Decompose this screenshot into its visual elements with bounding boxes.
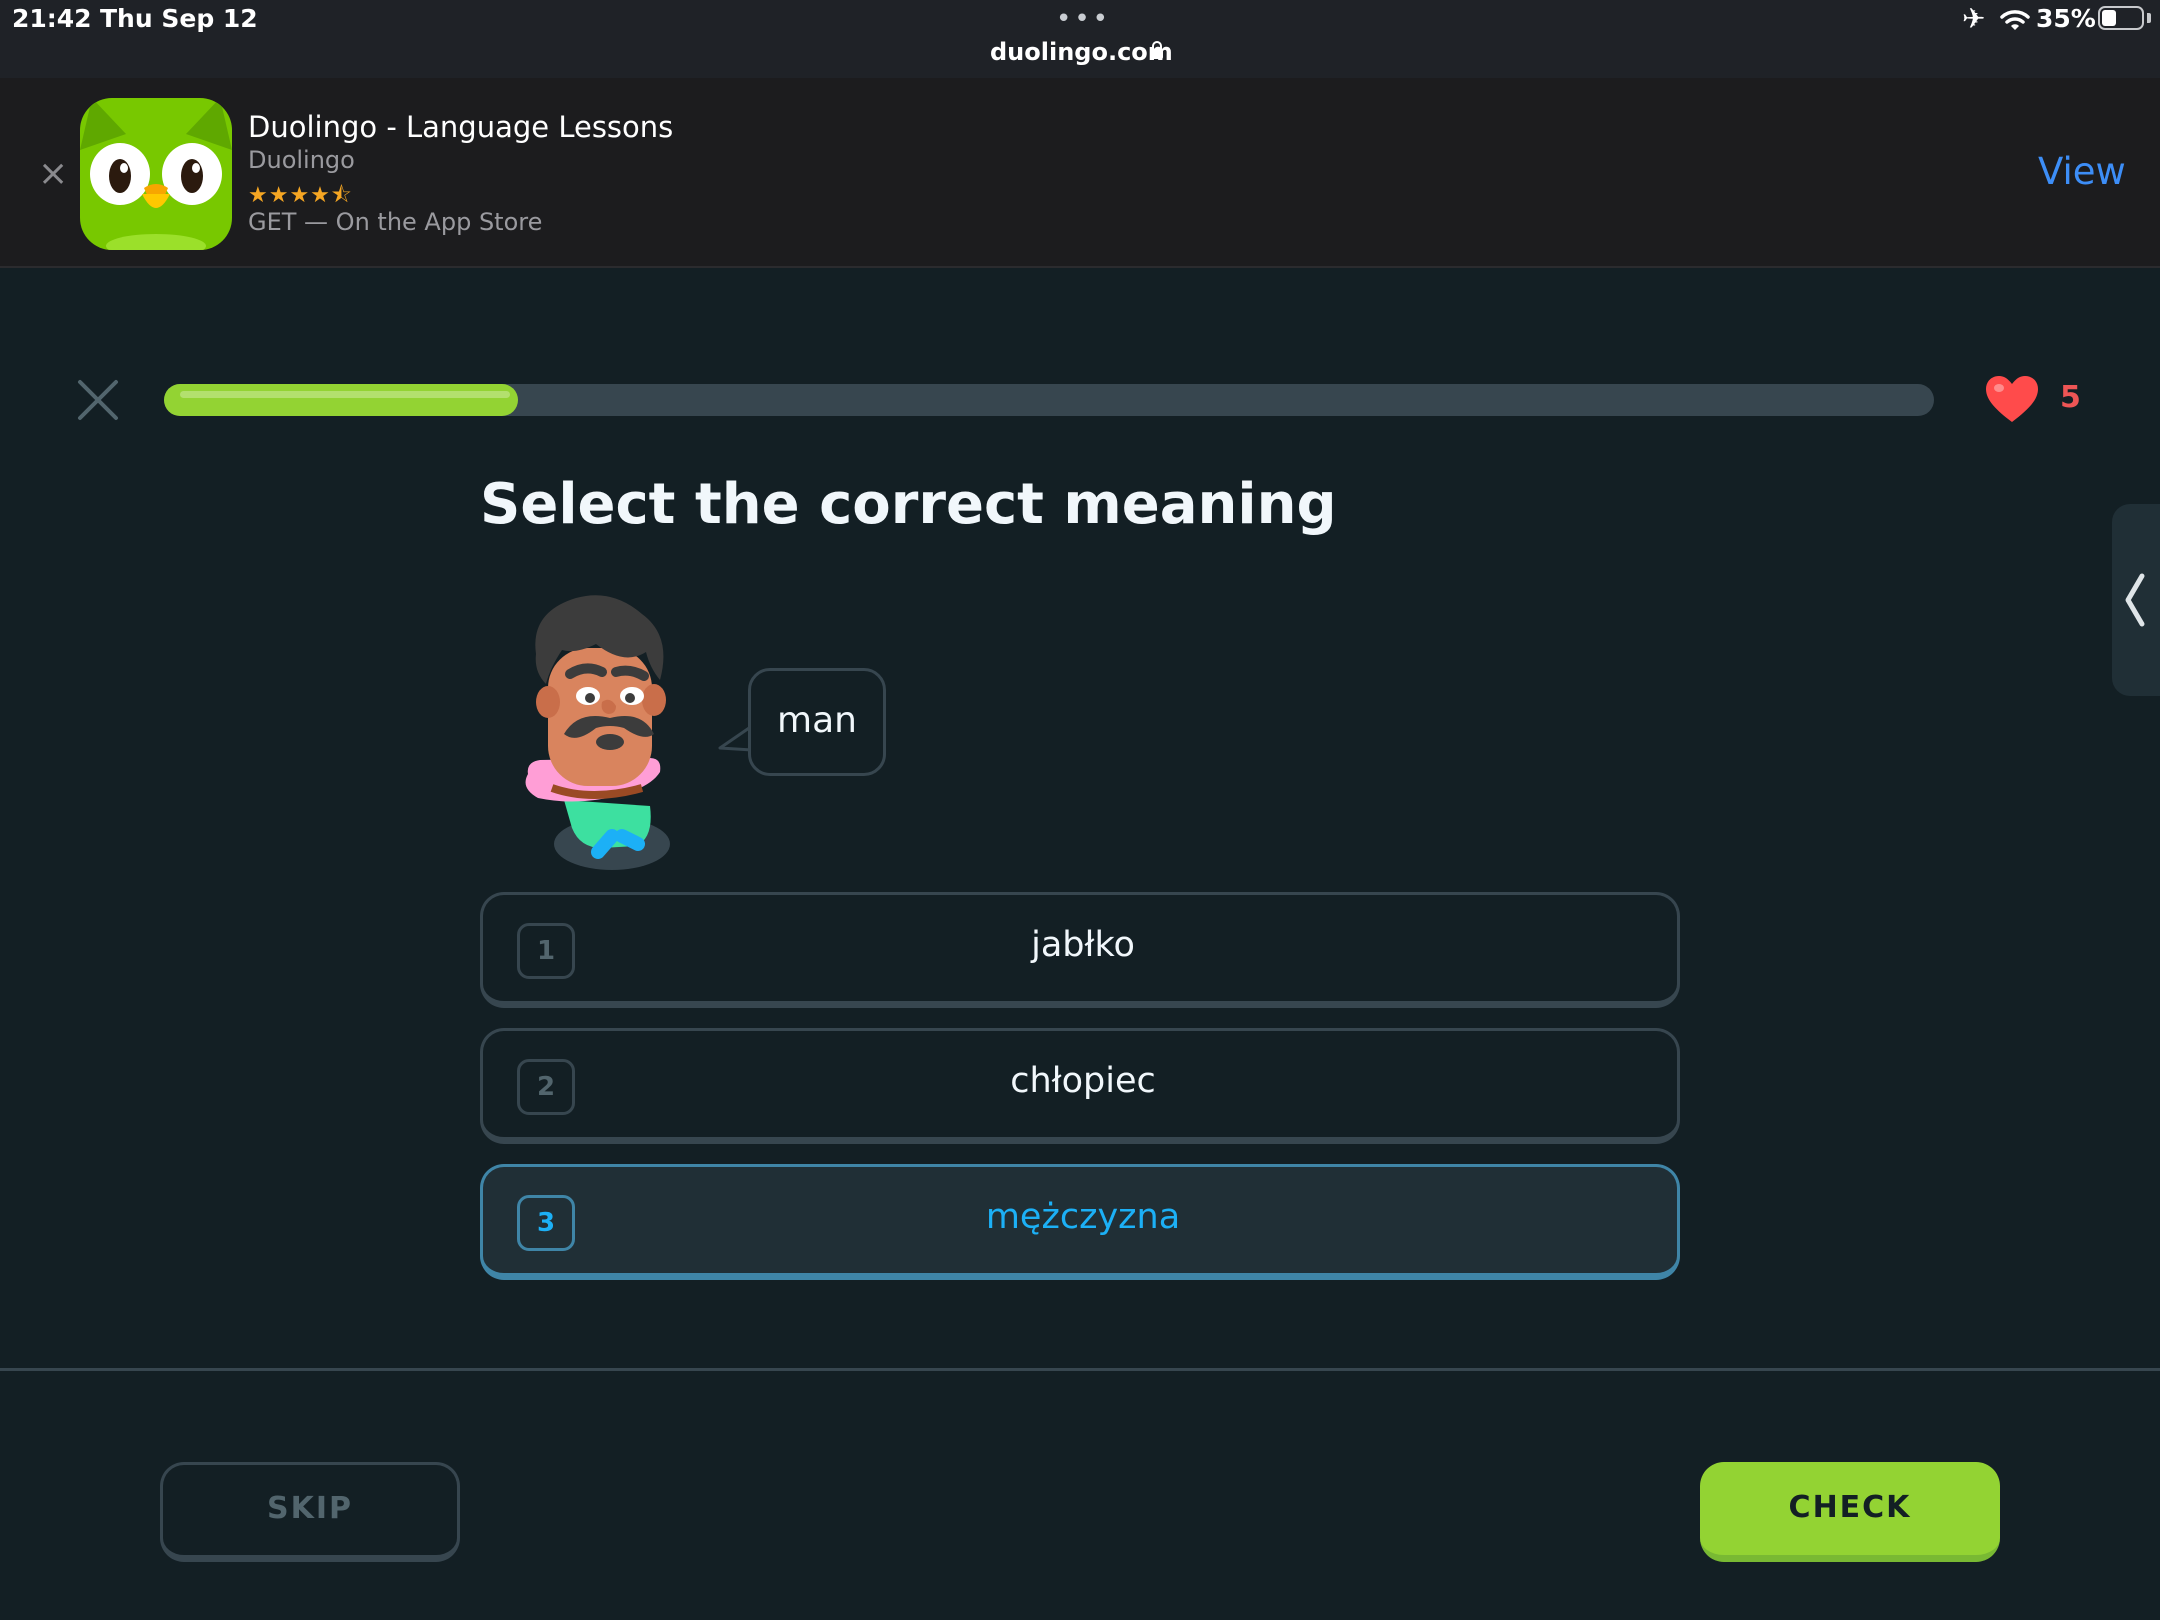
- banner-app-name: Duolingo - Language Lessons: [248, 110, 674, 144]
- lesson-progress-fill: [164, 384, 518, 416]
- browser-more-dots[interactable]: •••: [1056, 4, 1111, 34]
- wifi-icon: [2000, 10, 2030, 30]
- battery-icon: [2098, 6, 2144, 30]
- check-button[interactable]: CHECK: [1700, 1462, 2000, 1562]
- banner-view-button[interactable]: View: [2038, 150, 2126, 193]
- answer-choice-3[interactable]: 3 mężczyzna: [480, 1164, 1680, 1280]
- skip-button[interactable]: SKIP: [160, 1462, 460, 1562]
- answer-choice-1[interactable]: 1 jabłko: [480, 892, 1680, 1008]
- footer-divider: [0, 1368, 2160, 1371]
- lock-icon: [1151, 41, 1163, 59]
- speech-bubble-word[interactable]: man: [748, 700, 886, 741]
- choice-label: mężczyzna: [985, 1197, 1181, 1237]
- status-date: Thu Sep 12: [100, 4, 258, 33]
- hearts-count: 5: [2060, 380, 2081, 415]
- banner-developer: Duolingo: [248, 146, 355, 174]
- banner-close-icon[interactable]: ×: [38, 156, 68, 192]
- status-time: 21:42: [12, 4, 92, 33]
- answer-choice-2[interactable]: 2 chłopiec: [480, 1028, 1680, 1144]
- duolingo-owl-icon: [80, 98, 232, 250]
- lesson-progress-highlight: [180, 391, 510, 398]
- close-lesson-icon[interactable]: [76, 378, 120, 422]
- choice-label: chłopiec: [1010, 1061, 1156, 1101]
- battery-percent: 35%: [2036, 4, 2096, 33]
- chevron-left-icon: [2125, 573, 2145, 627]
- character-illustration: [525, 595, 670, 870]
- airplane-icon: ✈: [1962, 2, 1986, 35]
- heart-icon: [1986, 376, 2038, 422]
- challenge-title: Select the correct meaning: [480, 472, 1337, 537]
- banner-store-text: GET — On the App Store: [248, 208, 543, 236]
- choice-label: jabłko: [1031, 925, 1135, 965]
- battery-cap: [2147, 13, 2151, 23]
